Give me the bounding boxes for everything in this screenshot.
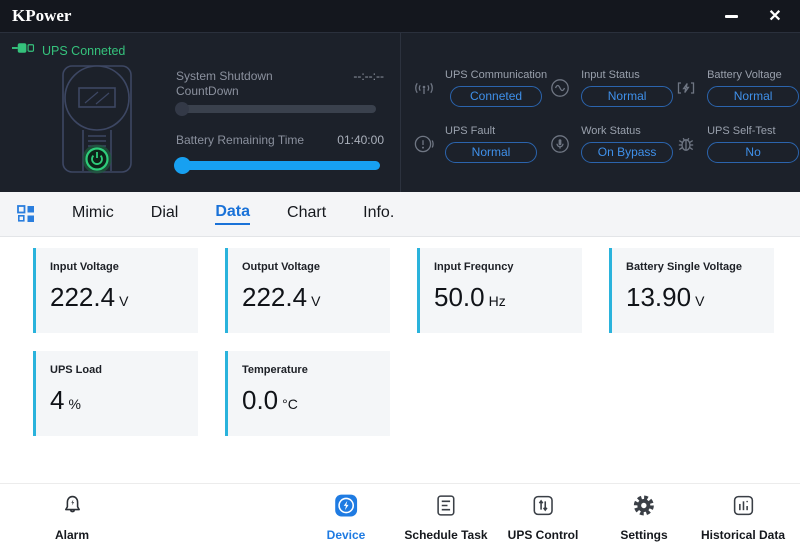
status-value-badge: Normal <box>707 85 800 107</box>
card-output-voltage: Output Voltage 222.4 V <box>225 248 390 333</box>
battery-progress-knob <box>174 157 191 174</box>
card-battery-single-voltage: Battery Single Voltage 13.90 V <box>609 248 774 333</box>
nav-historical-data[interactable]: Historical Data <box>701 493 785 542</box>
status-battery-voltage: Battery Voltage Normal <box>673 68 800 107</box>
card-unit: °C <box>282 396 298 412</box>
title-bar: KPower ✕ <box>0 0 800 33</box>
card-label: Output Voltage <box>242 261 321 273</box>
card-value: 50.0 Hz <box>434 282 506 312</box>
status-label: Work Status <box>581 124 641 137</box>
battery-remaining: Battery Remaining Time 01:40:00 <box>174 133 384 174</box>
status-label: UPS Fault <box>445 124 496 137</box>
work-status-icon <box>547 132 573 156</box>
status-ups-self-test: UPS Self-Test No <box>673 124 800 163</box>
card-value: 222.4 V <box>242 282 321 312</box>
battery-progressbar <box>174 157 380 174</box>
status-label: UPS Communication <box>445 68 548 81</box>
card-value: 222.4 V <box>50 282 129 312</box>
status-value-badge: Normal <box>445 141 537 163</box>
card-unit: % <box>68 396 81 412</box>
card-unit: Hz <box>488 293 506 309</box>
status-value-badge: Conneted <box>450 85 543 107</box>
status-value-badge: On Bypass <box>581 141 674 163</box>
status-label: Battery Voltage <box>707 68 782 81</box>
status-label: UPS Self-Test <box>707 124 776 137</box>
nav-schedule-task[interactable]: Schedule Task <box>404 493 488 542</box>
ups-device-illustration <box>52 61 147 184</box>
connection-status: UPS Conneted <box>12 41 125 60</box>
settings-gear-icon <box>632 493 657 523</box>
card-unit: V <box>695 293 705 309</box>
countdown-label: System Shutdown CountDown <box>176 69 273 98</box>
countdown-progress-knob <box>175 102 189 116</box>
card-temperature: Temperature 0.0 °C <box>225 351 390 436</box>
window-controls: ✕ <box>718 6 788 26</box>
card-label: UPS Load <box>50 364 102 376</box>
status-value-badge: No <box>707 141 800 163</box>
card-input-frequency: Input Frequncy 50.0 Hz <box>417 248 582 333</box>
card-unit: V <box>119 293 129 309</box>
plug-connected-icon <box>12 41 35 60</box>
card-label: Battery Single Voltage <box>626 261 742 273</box>
power-button-icon[interactable] <box>82 144 112 174</box>
nav-label: Settings <box>620 528 668 542</box>
nav-settings[interactable]: Settings <box>620 493 668 542</box>
view-tabbar: Mimic Dial Data Chart Info. <box>0 192 800 237</box>
ups-status-header: UPS Conneted System Shutdown CountDown -… <box>0 33 800 192</box>
battery-remaining-label: Battery Remaining Time <box>176 133 305 147</box>
tab-chart[interactable]: Chart <box>287 204 326 224</box>
app-title: KPower <box>12 6 72 25</box>
status-grid: UPS Communication Conneted Input Status … <box>401 33 800 192</box>
card-value: 13.90 V <box>626 282 705 312</box>
minimize-icon[interactable] <box>718 6 744 26</box>
historical-data-icon <box>731 493 756 523</box>
grid-icon[interactable] <box>17 205 35 223</box>
shutdown-countdown: System Shutdown CountDown --:--:-- <box>175 69 384 116</box>
tab-data[interactable]: Data <box>215 203 251 225</box>
card-unit: V <box>311 293 321 309</box>
nav-ups-control[interactable]: UPS Control <box>507 493 579 542</box>
status-ups-communication: UPS Communication Conneted <box>411 69 547 107</box>
status-label: Input Status <box>581 68 640 81</box>
bottom-nav: Alarm Device Schedule Task UPS Control S… <box>0 483 800 545</box>
nav-label: Alarm <box>54 528 90 542</box>
antenna-icon <box>411 76 437 100</box>
fault-alert-icon <box>411 132 437 156</box>
card-label: Input Voltage <box>50 261 119 273</box>
data-panel: Input Voltage 222.4 V Output Voltage 222.… <box>0 237 800 483</box>
nav-label: Schedule Task <box>404 528 488 542</box>
tab-info[interactable]: Info. <box>363 204 394 224</box>
tab-mimic[interactable]: Mimic <box>72 204 114 224</box>
reading-cards: Input Voltage 222.4 V Output Voltage 222.… <box>0 237 800 436</box>
close-icon[interactable]: ✕ <box>762 6 788 26</box>
nav-label: UPS Control <box>507 528 579 542</box>
alarm-bell-icon <box>59 493 84 523</box>
tab-dial[interactable]: Dial <box>151 204 179 224</box>
status-value-badge: Normal <box>581 85 674 107</box>
schedule-task-icon <box>434 493 459 523</box>
card-ups-load: UPS Load 4% <box>33 351 198 436</box>
sine-wave-icon <box>547 76 573 100</box>
card-label: Temperature <box>242 364 308 376</box>
self-test-bug-icon <box>673 132 699 156</box>
battery-remaining-value: 01:40:00 <box>337 133 384 147</box>
device-icon <box>333 493 358 523</box>
card-label: Input Frequncy <box>434 261 514 273</box>
ups-control-icon <box>530 493 555 523</box>
battery-charge-icon <box>673 76 699 100</box>
status-input-status: Input Status Normal <box>547 68 674 107</box>
nav-label: Historical Data <box>700 528 786 542</box>
nav-label: Device <box>326 528 366 542</box>
card-input-voltage: Input Voltage 222.4 V <box>33 248 198 333</box>
countdown-progressbar <box>175 102 376 116</box>
status-work-status: Work Status On Bypass <box>547 124 674 163</box>
status-ups-fault: UPS Fault Normal <box>411 125 547 163</box>
connection-status-label: UPS Conneted <box>42 43 126 58</box>
nav-device[interactable]: Device <box>326 493 366 542</box>
nav-alarm[interactable]: Alarm <box>55 493 89 542</box>
countdown-value: --:--:-- <box>353 69 384 83</box>
card-value: 0.0 °C <box>242 385 298 415</box>
card-value: 4% <box>50 385 81 415</box>
